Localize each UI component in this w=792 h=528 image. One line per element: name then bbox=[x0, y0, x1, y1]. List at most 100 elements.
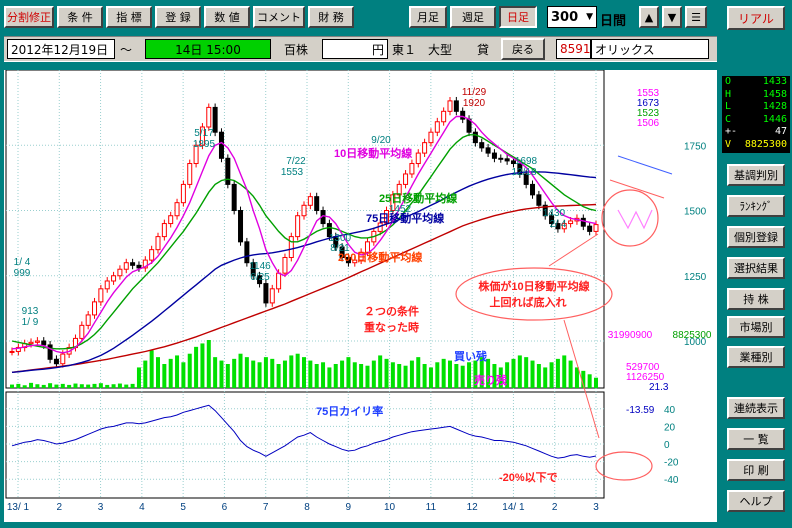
volume-bar bbox=[587, 374, 592, 388]
range-field[interactable]: 14日 15:00 bbox=[145, 39, 271, 59]
candle-body bbox=[238, 210, 244, 243]
w-pattern-mark bbox=[617, 209, 653, 230]
x-tick-label: 10 bbox=[384, 502, 396, 513]
chart-area[interactable]: 13/ 1 2 3 4 5 6 7 8 9 10 11 12 14/ 1 2 3 1000 1250 1500 17… bbox=[4, 69, 717, 522]
candle-body bbox=[180, 183, 186, 204]
date-field[interactable]: 2012年12月19日 bbox=[7, 39, 115, 59]
price-annotation: 6/25 bbox=[250, 272, 270, 283]
candle-body bbox=[104, 280, 110, 290]
candle-body bbox=[123, 262, 129, 270]
stock-code-field[interactable]: 8591 bbox=[556, 39, 591, 59]
candle-body bbox=[568, 220, 574, 225]
back-button[interactable]: 戻る bbox=[501, 38, 545, 60]
monthly-button[interactable]: 月足 bbox=[409, 6, 447, 28]
ma75-label: 75日移動平均線 bbox=[366, 211, 444, 225]
ma200-trend-line bbox=[609, 179, 665, 199]
help-button[interactable]: ヘルプ bbox=[727, 490, 785, 512]
stock-name-field[interactable]: オリックス bbox=[591, 39, 709, 59]
lend-label: 貸 bbox=[477, 43, 490, 57]
candle-body bbox=[85, 314, 91, 326]
by-industry-button[interactable]: 業種別 bbox=[727, 346, 785, 368]
volume-bar bbox=[378, 355, 383, 388]
comment-label: コメント bbox=[257, 11, 301, 24]
financial-button[interactable]: 財 務 bbox=[308, 6, 354, 28]
chevron-down-icon: ▼ bbox=[586, 12, 593, 22]
continuous-display-button[interactable]: 連続表示 bbox=[727, 397, 785, 419]
volume-bar bbox=[225, 364, 230, 388]
daily-label: 日足 bbox=[507, 11, 529, 24]
holdings-button[interactable]: 持 株 bbox=[727, 288, 785, 310]
scroll-up-button[interactable]: ▲ bbox=[639, 6, 659, 28]
candle-body bbox=[168, 215, 174, 225]
x-tick-label: 3 bbox=[593, 502, 599, 513]
volume-bar bbox=[511, 358, 516, 388]
volume-bar bbox=[232, 358, 237, 388]
candle-body bbox=[98, 288, 104, 303]
weekly-button[interactable]: 週足 bbox=[450, 6, 496, 28]
scroll-down-button[interactable]: ▼ bbox=[662, 6, 682, 28]
monthly-label: 月足 bbox=[417, 11, 439, 24]
financial-label: 財 務 bbox=[318, 11, 344, 24]
real-button[interactable]: リアル bbox=[727, 6, 785, 30]
volume-bar bbox=[244, 357, 249, 388]
conditions-button[interactable]: 条 件 bbox=[57, 6, 103, 28]
values-button[interactable]: 数 値 bbox=[204, 6, 250, 28]
real-label: リアル bbox=[738, 11, 774, 26]
indicators-button[interactable]: 指 標 bbox=[106, 6, 152, 28]
candle-body bbox=[136, 264, 142, 269]
volume-bar bbox=[467, 362, 472, 388]
x-tick-label: 4 bbox=[139, 502, 145, 513]
volume-bar bbox=[238, 353, 243, 388]
volume-bar bbox=[124, 384, 129, 388]
print-button[interactable]: 印 刷 bbox=[727, 459, 785, 481]
split-fix-button[interactable]: 分割修正 bbox=[4, 6, 54, 28]
x-tick-label: 7 bbox=[263, 502, 269, 513]
volume-bar bbox=[517, 355, 522, 388]
price-annotation: 2/ 4 bbox=[550, 219, 567, 230]
fundamentals-button[interactable]: 基調判別 bbox=[727, 164, 785, 186]
currency-field[interactable]: 円 bbox=[322, 39, 388, 59]
ohlc-value: 1428 bbox=[762, 101, 787, 112]
volume-bar bbox=[10, 384, 14, 388]
candle-body bbox=[231, 183, 237, 212]
menu-button[interactable]: ☰ bbox=[685, 6, 707, 28]
volume-bar bbox=[435, 362, 440, 388]
period-select[interactable]: 300 ▼ bbox=[547, 6, 597, 28]
candle-body bbox=[403, 173, 409, 185]
ohlc-row: L 1428 bbox=[722, 101, 790, 114]
volume-bar bbox=[156, 357, 160, 388]
ohlc-row: O 1433 bbox=[722, 76, 790, 89]
deviation-tick-label: 0 bbox=[664, 440, 670, 451]
volume-value-3: 21.3 bbox=[649, 382, 669, 393]
volume-bar bbox=[359, 364, 364, 388]
volume-bar bbox=[409, 360, 414, 388]
stock-chart[interactable]: 13/ 1 2 3 4 5 6 7 8 9 10 11 12 14/ 1 2 310001250150017… bbox=[4, 69, 717, 522]
candle-body bbox=[92, 301, 98, 316]
size-label: 大型 bbox=[428, 43, 453, 57]
daily-button[interactable]: 日足 bbox=[499, 6, 537, 28]
volume-bar bbox=[295, 353, 300, 388]
list-button[interactable]: 一 覧 bbox=[727, 428, 785, 450]
individual-register-button[interactable]: 個別登録 bbox=[727, 226, 785, 248]
candle-body bbox=[460, 110, 466, 120]
x-tick-label: 3 bbox=[98, 502, 104, 513]
candle-body bbox=[263, 283, 269, 304]
selection-result-button[interactable]: 選択結果 bbox=[727, 257, 785, 279]
volume-bar bbox=[365, 365, 370, 388]
register-button[interactable]: 登 録 bbox=[155, 6, 201, 28]
fundamentals-label: 基調判別 bbox=[734, 169, 778, 182]
volume-bar bbox=[219, 360, 224, 388]
ranking-button[interactable]: ﾗﾝｷﾝｸﾞ bbox=[727, 195, 785, 217]
print-label: 印 刷 bbox=[743, 464, 769, 477]
volume-bar bbox=[16, 383, 21, 388]
individual-register-label: 個別登録 bbox=[734, 231, 778, 244]
comment-button[interactable]: コメント bbox=[253, 6, 305, 28]
help-label: ヘルプ bbox=[739, 495, 773, 508]
volume-bar bbox=[29, 382, 34, 388]
by-market-button[interactable]: 市場別 bbox=[727, 316, 785, 338]
volume-bar bbox=[149, 350, 154, 388]
candle-body bbox=[428, 131, 434, 144]
volume-bar bbox=[321, 362, 326, 388]
shares-unit-label: 百株 bbox=[284, 43, 309, 57]
volume-bar bbox=[397, 364, 402, 388]
